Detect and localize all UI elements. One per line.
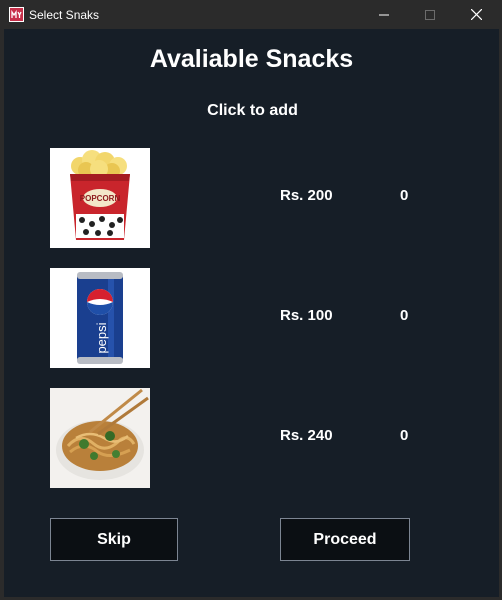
snack-item-popcorn[interactable]: POPCORN	[50, 148, 150, 248]
minimize-icon	[379, 14, 389, 15]
svg-text:POPCORN: POPCORN	[80, 194, 121, 203]
snack-item-noodles[interactable]	[50, 388, 150, 488]
snack-count-pepsi: 0	[400, 307, 409, 324]
svg-text:pepsi: pepsi	[94, 322, 109, 353]
client-area: Avaliable Snacks Click to add POPCORN Rs…	[4, 29, 499, 597]
snack-price-popcorn: Rs. 200	[280, 187, 333, 204]
page-title: Avaliable Snacks	[149, 45, 354, 73]
title-bar[interactable]: Select Snaks	[4, 0, 499, 29]
maximize-button[interactable]	[407, 0, 453, 29]
snack-item-pepsi[interactable]: pepsi	[50, 268, 150, 368]
proceed-button[interactable]: Proceed	[280, 518, 410, 561]
close-icon	[470, 9, 482, 20]
skip-button[interactable]: Skip	[50, 518, 178, 561]
page-subtitle: Click to add	[207, 102, 298, 119]
maximize-icon	[425, 9, 435, 20]
app-icon	[9, 7, 24, 22]
window-title: Select Snaks	[29, 8, 100, 22]
noodles-icon	[50, 388, 150, 488]
app-window: Select Snaks Avaliable Snacks Click to a…	[0, 0, 502, 600]
pepsi-can-icon: pepsi	[50, 268, 150, 368]
popcorn-icon: POPCORN	[50, 148, 150, 248]
minimize-button[interactable]	[361, 0, 407, 29]
snack-count-popcorn: 0	[400, 187, 409, 204]
snack-price-pepsi: Rs. 100	[280, 307, 333, 324]
snack-price-noodles: Rs. 240	[280, 427, 333, 444]
close-button[interactable]	[453, 0, 499, 29]
snack-count-noodles: 0	[400, 427, 409, 444]
